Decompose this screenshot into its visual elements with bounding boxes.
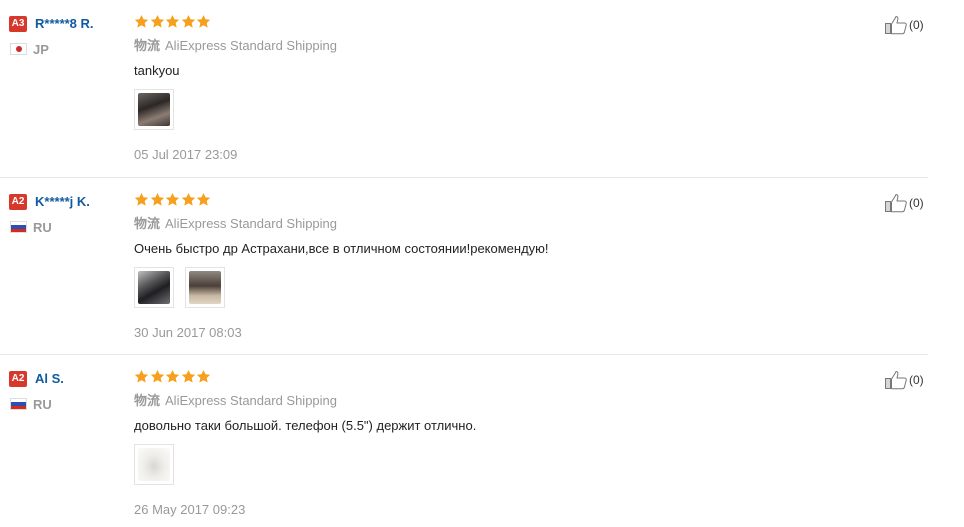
star-icon xyxy=(196,14,211,29)
feedback-text: Очень быстро др Астрахани,все в отличном… xyxy=(134,241,549,256)
shipping-method: AliExpress Standard Shipping xyxy=(165,38,338,53)
star-icon xyxy=(181,14,196,29)
shipping-label: 物流 xyxy=(134,393,161,408)
feedback-date: 26 May 2017 09:23 xyxy=(134,502,246,517)
review-item: A3 R*****8 R. JP 物流 AliExpress Standard S… xyxy=(0,0,928,177)
buyer-level-badge: A2 xyxy=(9,194,27,210)
japan-flag-icon xyxy=(10,43,27,55)
helpful-count: (0) xyxy=(909,373,924,387)
review-photo-thumbnail[interactable] xyxy=(185,267,225,308)
star-icon xyxy=(165,14,180,29)
star-rating xyxy=(134,14,212,32)
helpful-count: (0) xyxy=(909,18,924,32)
star-icon xyxy=(150,192,165,207)
review-photo-thumbnail[interactable] xyxy=(134,89,174,130)
buyer-name: R*****8 R. xyxy=(35,16,94,31)
review-item: A2 Al S. RU 物流 AliExpress Standard Shippi… xyxy=(0,355,928,527)
russia-flag-icon xyxy=(10,398,27,410)
star-icon xyxy=(134,14,149,29)
star-rating xyxy=(134,192,212,210)
buyer-level-badge: A3 xyxy=(9,16,27,32)
shipping-label: 物流 xyxy=(134,38,161,53)
buyer-country: RU xyxy=(33,220,52,235)
star-icon xyxy=(165,369,180,384)
shipping-label: 物流 xyxy=(134,216,161,231)
shipping-info: 物流 AliExpress Standard Shipping xyxy=(134,216,337,232)
review-item: A2 K*****j K. RU 物流 AliExpress Standard S… xyxy=(0,178,928,354)
review-photo-thumbnail[interactable] xyxy=(134,444,174,485)
star-icon xyxy=(196,192,211,207)
star-rating xyxy=(134,369,212,387)
helpful-button[interactable]: (0) xyxy=(884,370,924,390)
photo-list xyxy=(134,267,236,308)
helpful-button[interactable]: (0) xyxy=(884,193,924,213)
star-icon xyxy=(181,369,196,384)
feedback-text: tankyou xyxy=(134,63,180,78)
star-icon xyxy=(196,369,211,384)
buyer-name: K*****j K. xyxy=(35,194,90,209)
star-icon xyxy=(165,192,180,207)
buyer-country: RU xyxy=(33,397,52,412)
thumbs-up-icon[interactable] xyxy=(884,15,908,35)
feedback-list: A3 R*****8 R. JP 物流 AliExpress Standard S… xyxy=(0,0,964,527)
photo-list xyxy=(134,89,185,130)
feedback-date: 05 Jul 2017 23:09 xyxy=(134,147,238,162)
russia-flag-icon xyxy=(10,221,27,233)
shipping-method: AliExpress Standard Shipping xyxy=(165,216,338,231)
buyer-name: Al S. xyxy=(35,371,64,386)
helpful-button[interactable]: (0) xyxy=(884,15,924,35)
helpful-count: (0) xyxy=(909,196,924,210)
shipping-info: 物流 AliExpress Standard Shipping xyxy=(134,38,337,54)
thumbs-up-icon[interactable] xyxy=(884,370,908,390)
star-icon xyxy=(150,369,165,384)
star-icon xyxy=(181,192,196,207)
feedback-text: довольно таки большой. телефон (5.5") де… xyxy=(134,418,477,433)
star-icon xyxy=(134,192,149,207)
review-photo-thumbnail[interactable] xyxy=(134,267,174,308)
shipping-info: 物流 AliExpress Standard Shipping xyxy=(134,393,337,409)
buyer-country: JP xyxy=(33,42,49,57)
shipping-method: AliExpress Standard Shipping xyxy=(165,393,338,408)
photo-list xyxy=(134,444,185,485)
feedback-date: 30 Jun 2017 08:03 xyxy=(134,325,242,340)
star-icon xyxy=(150,14,165,29)
buyer-level-badge: A2 xyxy=(9,371,27,387)
thumbs-up-icon[interactable] xyxy=(884,193,908,213)
star-icon xyxy=(134,369,149,384)
